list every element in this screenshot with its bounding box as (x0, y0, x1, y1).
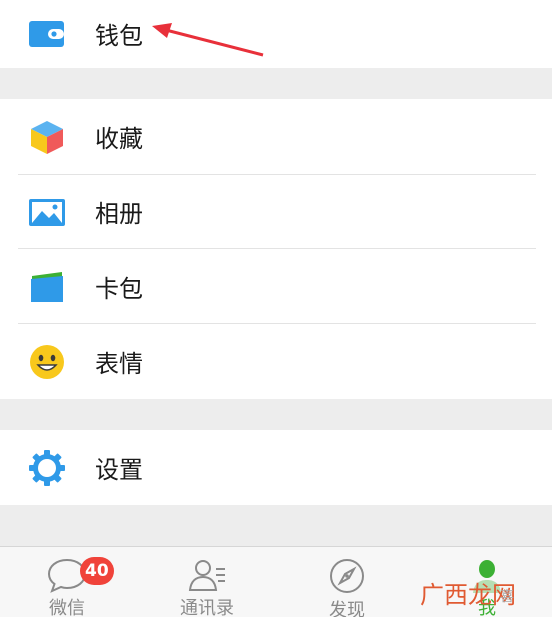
menu-item-card-case[interactable]: 卡包 (0, 249, 552, 324)
album-image-icon (28, 193, 66, 231)
menu-item-label: 收藏 (95, 125, 143, 153)
menu-item-album[interactable]: 相册 (0, 174, 552, 249)
wallet-group: 钱包 (0, 0, 552, 68)
gear-icon (28, 449, 66, 487)
tab-chats[interactable]: 微信 40 (12, 547, 122, 617)
watermark-subtext: 喜 (500, 589, 514, 605)
contacts-icon (187, 557, 227, 593)
menu-item-label: 设置 (95, 456, 143, 484)
tab-label: 通讯录 (180, 598, 234, 617)
main-menu-group: 收藏 相册 卡包 表情 (0, 99, 552, 399)
wallet-icon (28, 15, 66, 53)
annotation-arrow-icon (152, 23, 264, 57)
menu-item-label: 卡包 (95, 275, 143, 303)
tab-label: 微信 (49, 598, 85, 617)
menu-item-wallet[interactable]: 钱包 (0, 0, 552, 71)
favorites-cube-icon (28, 118, 66, 156)
tab-discover[interactable]: 发现 (292, 547, 402, 617)
menu-item-label: 表情 (95, 350, 143, 378)
card-case-icon (28, 268, 66, 306)
tab-contacts[interactable]: 通讯录 (152, 547, 262, 617)
menu-item-label: 相册 (95, 200, 143, 228)
tab-label: 发现 (329, 600, 365, 617)
menu-item-favorites[interactable]: 收藏 (0, 99, 552, 174)
unread-count-badge: 40 (80, 557, 114, 585)
menu-item-emoji[interactable]: 表情 (0, 324, 552, 399)
menu-item-label: 钱包 (95, 22, 143, 50)
settings-group: 设置 (0, 430, 552, 505)
menu-item-settings[interactable]: 设置 (0, 430, 552, 505)
emoji-smiley-icon (28, 343, 66, 381)
compass-icon (327, 557, 367, 595)
